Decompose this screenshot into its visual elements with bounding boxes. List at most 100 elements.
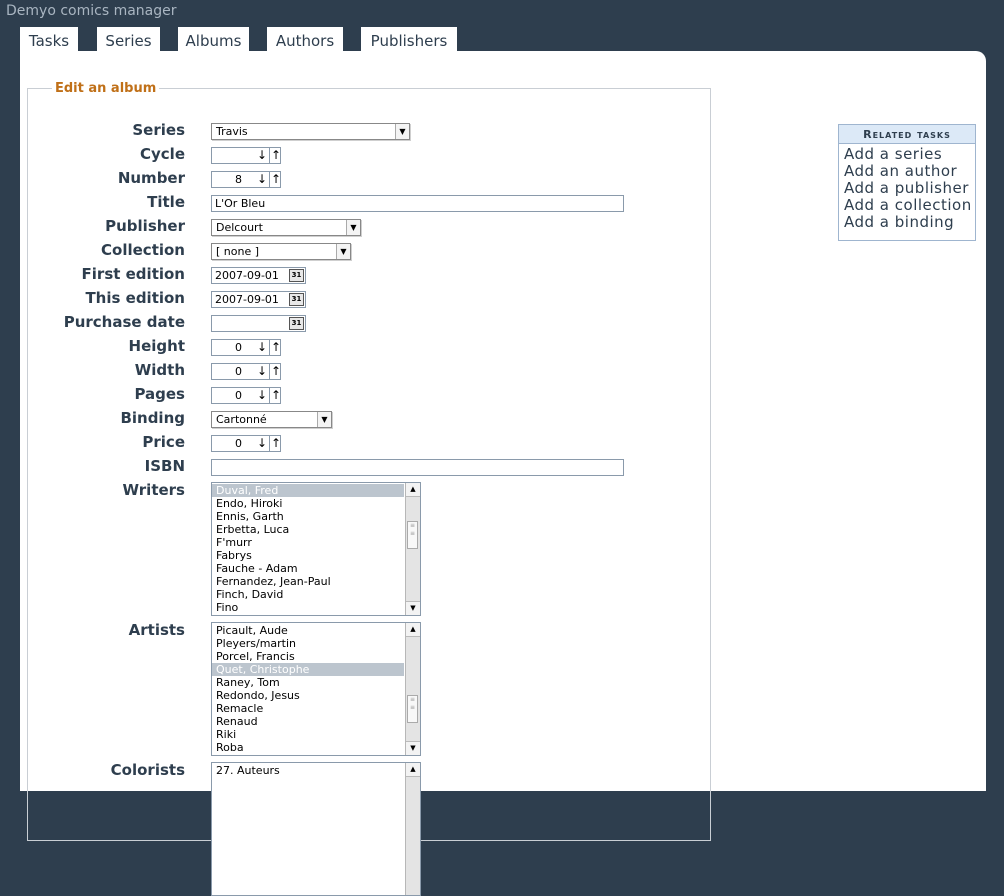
arrow-up-icon[interactable]: ↑ [269, 148, 282, 163]
first-edition-label: First edition [81, 265, 185, 283]
price-label: Price [142, 433, 185, 451]
artists-option[interactable]: Raney, Tom [212, 676, 404, 689]
scroll-down-icon[interactable]: ▼ [406, 601, 420, 615]
arrow-up-icon[interactable]: ↑ [269, 364, 282, 379]
binding-label: Binding [120, 409, 185, 427]
pages-spinner[interactable]: 0 ↓ ↑ [211, 387, 281, 404]
first-edition-value: 2007-09-01 [215, 269, 279, 282]
add-publisher-link[interactable]: Add a publisher [844, 180, 975, 197]
artists-option[interactable]: Picault, Aude [212, 624, 404, 637]
writers-option[interactable]: Fino [212, 601, 404, 614]
add-author-link[interactable]: Add an author [844, 163, 975, 180]
colorists-label: Colorists [110, 761, 185, 779]
number-label: Number [117, 169, 185, 187]
purchase-date-input[interactable]: 31 [211, 315, 306, 332]
arrow-up-icon[interactable]: ↑ [269, 436, 282, 451]
title-label: Title [147, 193, 185, 211]
scroll-thumb[interactable]: ≡ ≡ [407, 695, 418, 723]
cycle-spinner[interactable]: ↓ ↑ [211, 147, 281, 164]
height-spinner[interactable]: 0 ↓ ↑ [211, 339, 281, 356]
width-spinner[interactable]: 0 ↓ ↑ [211, 363, 281, 380]
artists-option[interactable]: Renaud [212, 715, 404, 728]
this-edition-label: This edition [85, 289, 185, 307]
width-label: Width [134, 361, 185, 379]
arrow-down-icon[interactable]: ↓ [256, 436, 268, 451]
tab-tasks[interactable]: Tasks [20, 27, 78, 51]
scroll-up-icon[interactable]: ▲ [406, 763, 420, 777]
add-binding-link[interactable]: Add a binding [844, 214, 975, 231]
arrow-down-icon[interactable]: ↓ [256, 364, 268, 379]
writers-option[interactable]: Fernandez, Jean-Paul [212, 575, 404, 588]
add-series-link[interactable]: Add a series [844, 146, 975, 163]
arrow-down-icon[interactable]: ↓ [256, 340, 268, 355]
chevron-down-icon: ▼ [317, 412, 331, 427]
arrow-down-icon[interactable]: ↓ [256, 172, 268, 187]
scroll-up-icon[interactable]: ▲ [406, 623, 420, 637]
first-edition-input[interactable]: 2007-09-01 31 [211, 267, 306, 284]
writers-option[interactable]: Finch, David [212, 588, 404, 601]
colorists-option[interactable]: 27. Auteurs [212, 764, 404, 777]
height-label: Height [128, 337, 185, 355]
artists-option[interactable]: Pleyers/martin [212, 637, 404, 650]
binding-select[interactable]: Cartonné ▼ [211, 411, 332, 428]
writers-option[interactable]: Fauche - Adam [212, 562, 404, 575]
height-value: 0 [235, 341, 242, 354]
artists-option[interactable]: Porcel, Francis [212, 650, 404, 663]
cycle-label: Cycle [140, 145, 185, 163]
arrow-down-icon[interactable]: ↓ [256, 388, 268, 403]
series-select[interactable]: Travis ▼ [211, 123, 410, 140]
this-edition-input[interactable]: 2007-09-01 31 [211, 291, 306, 308]
writers-option[interactable]: Ennis, Garth [212, 510, 404, 523]
calendar-icon[interactable]: 31 [289, 293, 304, 306]
writers-option[interactable]: F'murr [212, 536, 404, 549]
writers-list[interactable]: Duval, Fred Endo, Hiroki Ennis, Garth Erbet… [211, 482, 421, 616]
artists-option[interactable]: Quet, Christophe [212, 663, 404, 676]
publisher-label: Publisher [105, 217, 185, 235]
arrow-down-icon[interactable]: ↓ [256, 148, 268, 163]
arrow-up-icon[interactable]: ↑ [269, 340, 282, 355]
writers-scrollbar[interactable]: ▲ ≡ ≡ ▼ [405, 483, 420, 615]
collection-label: Collection [101, 241, 185, 259]
number-value: 8 [235, 173, 242, 186]
this-edition-value: 2007-09-01 [215, 293, 279, 306]
pages-value: 0 [235, 389, 242, 402]
artists-option[interactable]: Riki [212, 728, 404, 741]
price-spinner[interactable]: 0 ↓ ↑ [211, 435, 281, 452]
arrow-up-icon[interactable]: ↑ [269, 172, 282, 187]
colorists-list[interactable]: 27. Auteurs ▲ [211, 762, 421, 896]
app-title: Demyo comics manager [6, 3, 177, 19]
publisher-value: Delcourt [216, 221, 263, 234]
scroll-down-icon[interactable]: ▼ [406, 741, 420, 755]
writers-option[interactable]: Fabrys [212, 549, 404, 562]
colorists-scrollbar[interactable]: ▲ [405, 763, 420, 895]
tab-authors[interactable]: Authors [267, 27, 343, 51]
isbn-label: ISBN [144, 457, 185, 475]
chevron-down-icon: ▼ [346, 220, 360, 235]
isbn-input[interactable] [211, 459, 624, 476]
artists-option[interactable]: Redondo, Jesus [212, 689, 404, 702]
tab-publishers[interactable]: Publishers [361, 27, 457, 51]
tab-albums[interactable]: Albums [178, 27, 249, 51]
calendar-icon[interactable]: 31 [289, 317, 304, 330]
scroll-up-icon[interactable]: ▲ [406, 483, 420, 497]
scroll-thumb[interactable]: ≡ ≡ [407, 521, 418, 549]
calendar-icon[interactable]: 31 [289, 269, 304, 282]
artists-option[interactable]: Roba [212, 741, 404, 754]
arrow-up-icon[interactable]: ↑ [269, 388, 282, 403]
writers-option[interactable]: Erbetta, Luca [212, 523, 404, 536]
artists-label: Artists [128, 621, 185, 639]
writers-option[interactable]: Duval, Fred [212, 484, 404, 497]
number-spinner[interactable]: 8 ↓ ↑ [211, 171, 281, 188]
artists-list[interactable]: Picault, Aude Pleyers/martin Porcel, Franc… [211, 622, 421, 756]
collection-select[interactable]: [ none ] ▼ [211, 243, 351, 260]
artists-option[interactable]: Remacle [212, 702, 404, 715]
artists-scrollbar[interactable]: ▲ ≡ ≡ ▼ [405, 623, 420, 755]
chevron-down-icon: ▼ [395, 124, 409, 139]
add-collection-link[interactable]: Add a collection [844, 197, 975, 214]
writers-option[interactable]: Endo, Hiroki [212, 497, 404, 510]
writers-label: Writers [122, 481, 186, 499]
publisher-select[interactable]: Delcourt ▼ [211, 219, 361, 236]
tab-series[interactable]: Series [97, 27, 160, 51]
series-label: Series [132, 121, 185, 139]
title-input[interactable]: L'Or Bleu [211, 195, 624, 212]
